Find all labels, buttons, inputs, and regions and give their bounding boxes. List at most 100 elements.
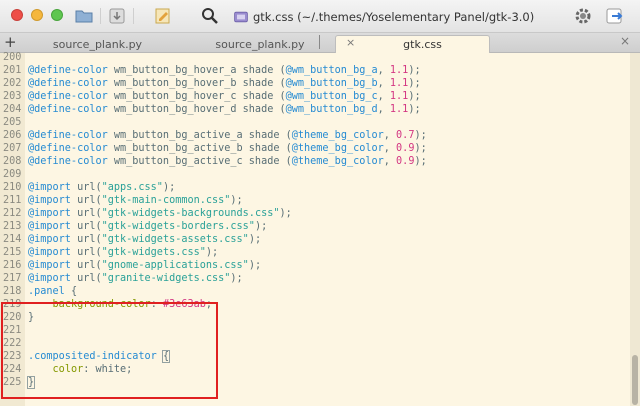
download-icon[interactable]	[107, 6, 127, 26]
line-number: 213	[3, 221, 22, 232]
code-token: }	[28, 312, 35, 323]
code-text: }	[26, 376, 36, 389]
code-line[interactable]: 225}	[0, 376, 620, 389]
export-icon[interactable]	[605, 6, 625, 26]
tab-bar: + source_plank.py source_plank.py × gtk.…	[0, 33, 640, 53]
code-line[interactable]: 218 .panel {	[0, 286, 620, 298]
code-token: : white;	[83, 364, 133, 375]
code-token: "gtk-widgets-borders.css"	[101, 221, 255, 232]
code-token: ;	[205, 299, 213, 310]
code-token: wm_button_bg_hover_a shade (	[107, 65, 286, 76]
code-token: wm_button_bg_hover_b shade (	[107, 78, 286, 89]
code-text: @define-color wm_button_bg_hover_b shade…	[28, 78, 421, 90]
code-line[interactable]: 206 @define-color wm_button_bg_active_a s…	[0, 130, 620, 142]
code-token: wm_button_bg_hover_d shade (	[107, 104, 286, 115]
tab-source-plank-1[interactable]: source_plank.py	[30, 35, 165, 53]
tab-source-plank-2[interactable]: source_plank.py	[190, 35, 330, 53]
code-token: 0.9	[396, 143, 415, 154]
line-number: 201	[3, 65, 22, 76]
code-line[interactable]: 201 @define-color wm_button_bg_hover_a sh…	[0, 65, 620, 77]
code-line[interactable]: 205	[0, 117, 620, 129]
edit-icon[interactable]	[153, 6, 173, 26]
code-token: color	[52, 364, 84, 375]
code-line[interactable]: 221	[0, 325, 620, 337]
code-text: @define-color wm_button_bg_active_a shad…	[28, 130, 427, 142]
code-line[interactable]: 215 @import url("gtk-widgets.css");	[0, 247, 620, 259]
code-token: "gtk-widgets-assets.css"	[101, 234, 249, 245]
close-window-button[interactable]	[11, 9, 23, 21]
code-text: @import url("gnome-applications.css");	[28, 260, 261, 272]
code-token: ,	[377, 104, 390, 115]
code-line[interactable]: 216 @import url("gnome-applications.css")…	[0, 260, 620, 272]
folder-icon[interactable]	[74, 6, 94, 26]
code-line[interactable]: 203 @define-color wm_button_bg_hover_c sh…	[0, 91, 620, 103]
code-editor[interactable]: 200 201 @define-color wm_button_bg_hover_a…	[0, 52, 630, 406]
code-line[interactable]: 210 @import url("apps.css");	[0, 182, 620, 194]
tab-gtk-css[interactable]: × gtk.css	[335, 35, 490, 53]
tab-label: source_plank.py	[215, 37, 305, 51]
code-token: @wm_button_bg_b	[285, 78, 378, 89]
code-token: "gtk-widgets.css"	[101, 247, 206, 258]
code-token: url(	[70, 234, 102, 245]
code-line[interactable]: 209	[0, 169, 620, 181]
line-number: 207	[3, 143, 22, 154]
code-token: background-color	[52, 299, 151, 310]
vertical-scrollbar[interactable]	[630, 53, 640, 406]
code-token: );	[414, 130, 427, 141]
code-line[interactable]: 214 @import url("gtk-widgets-assets.css")…	[0, 234, 620, 246]
code-line[interactable]: 213 @import url("gtk-widgets-borders.css"…	[0, 221, 620, 233]
close-tab-icon[interactable]: ×	[346, 36, 355, 49]
line-number: 215	[3, 247, 22, 258]
code-token: );	[230, 273, 243, 284]
code-token: @import	[28, 234, 71, 245]
minimize-window-button[interactable]	[31, 9, 43, 21]
close-icon[interactable]: ×	[620, 34, 630, 48]
code-line[interactable]: 204 @define-color wm_button_bg_hover_d sh…	[0, 104, 620, 116]
code-token: url(	[70, 221, 102, 232]
code-token: @import	[28, 221, 71, 232]
gear-icon[interactable]	[573, 6, 593, 26]
code-line[interactable]: 208 @define-color wm_button_bg_active_c s…	[0, 156, 620, 168]
code-token: @wm_button_bg_d	[285, 104, 378, 115]
code-token: @import	[28, 195, 71, 206]
code-token: "gtk-widgets-backgrounds.css"	[101, 208, 280, 219]
code-line[interactable]: 200	[0, 52, 620, 64]
code-token: @wm_button_bg_c	[285, 91, 378, 102]
code-token: @theme_bg_color	[291, 143, 384, 154]
code-line[interactable]: 219 background-color: #3e63ab;	[0, 299, 620, 311]
code-line[interactable]: 223 .composited-indicator {	[0, 350, 620, 363]
line-number: 217	[3, 273, 22, 284]
line-number: 208	[3, 156, 22, 167]
code-token: wm_button_bg_hover_c shade (	[107, 91, 286, 102]
line-number: 220	[3, 312, 22, 323]
line-number: 214	[3, 234, 22, 245]
code-token: );	[254, 221, 268, 232]
code-token: );	[279, 208, 292, 219]
code-token: "gnome-applications.css"	[101, 260, 249, 271]
code-line[interactable]: 220}	[0, 312, 620, 324]
code-token: );	[408, 78, 421, 89]
search-icon[interactable]	[200, 6, 220, 26]
code-line[interactable]: 212 @import url("gtk-widgets-backgrounds.…	[0, 208, 620, 220]
code-line[interactable]: 202 @define-color wm_button_bg_hover_b sh…	[0, 78, 620, 90]
code-line[interactable]: 211 @import url("gtk-main-common.css");	[0, 195, 620, 207]
code-line[interactable]: 222	[0, 338, 620, 350]
code-text: @define-color wm_button_bg_hover_c shade…	[28, 91, 421, 103]
maximize-window-button[interactable]	[51, 9, 63, 21]
new-tab-button[interactable]: +	[4, 34, 17, 51]
code-token: url(	[70, 208, 102, 219]
code-token: ,	[383, 156, 397, 167]
code-line[interactable]: 224 color: white;	[0, 364, 620, 376]
code-token: {	[161, 350, 171, 363]
code-text: .composited-indicator {	[28, 350, 171, 363]
code-line[interactable]: 207 @define-color wm_button_bg_active_b s…	[0, 143, 620, 155]
code-token: {	[64, 286, 78, 297]
code-token: );	[205, 247, 219, 258]
code-line[interactable]: 217 @import url("granite-widgets.css");	[0, 273, 620, 285]
code-token: );	[248, 234, 262, 245]
code-token: url(	[70, 195, 102, 206]
scrollbar-thumb[interactable]	[632, 355, 638, 405]
line-number: 204	[3, 104, 22, 115]
code-token: ,	[377, 65, 390, 76]
